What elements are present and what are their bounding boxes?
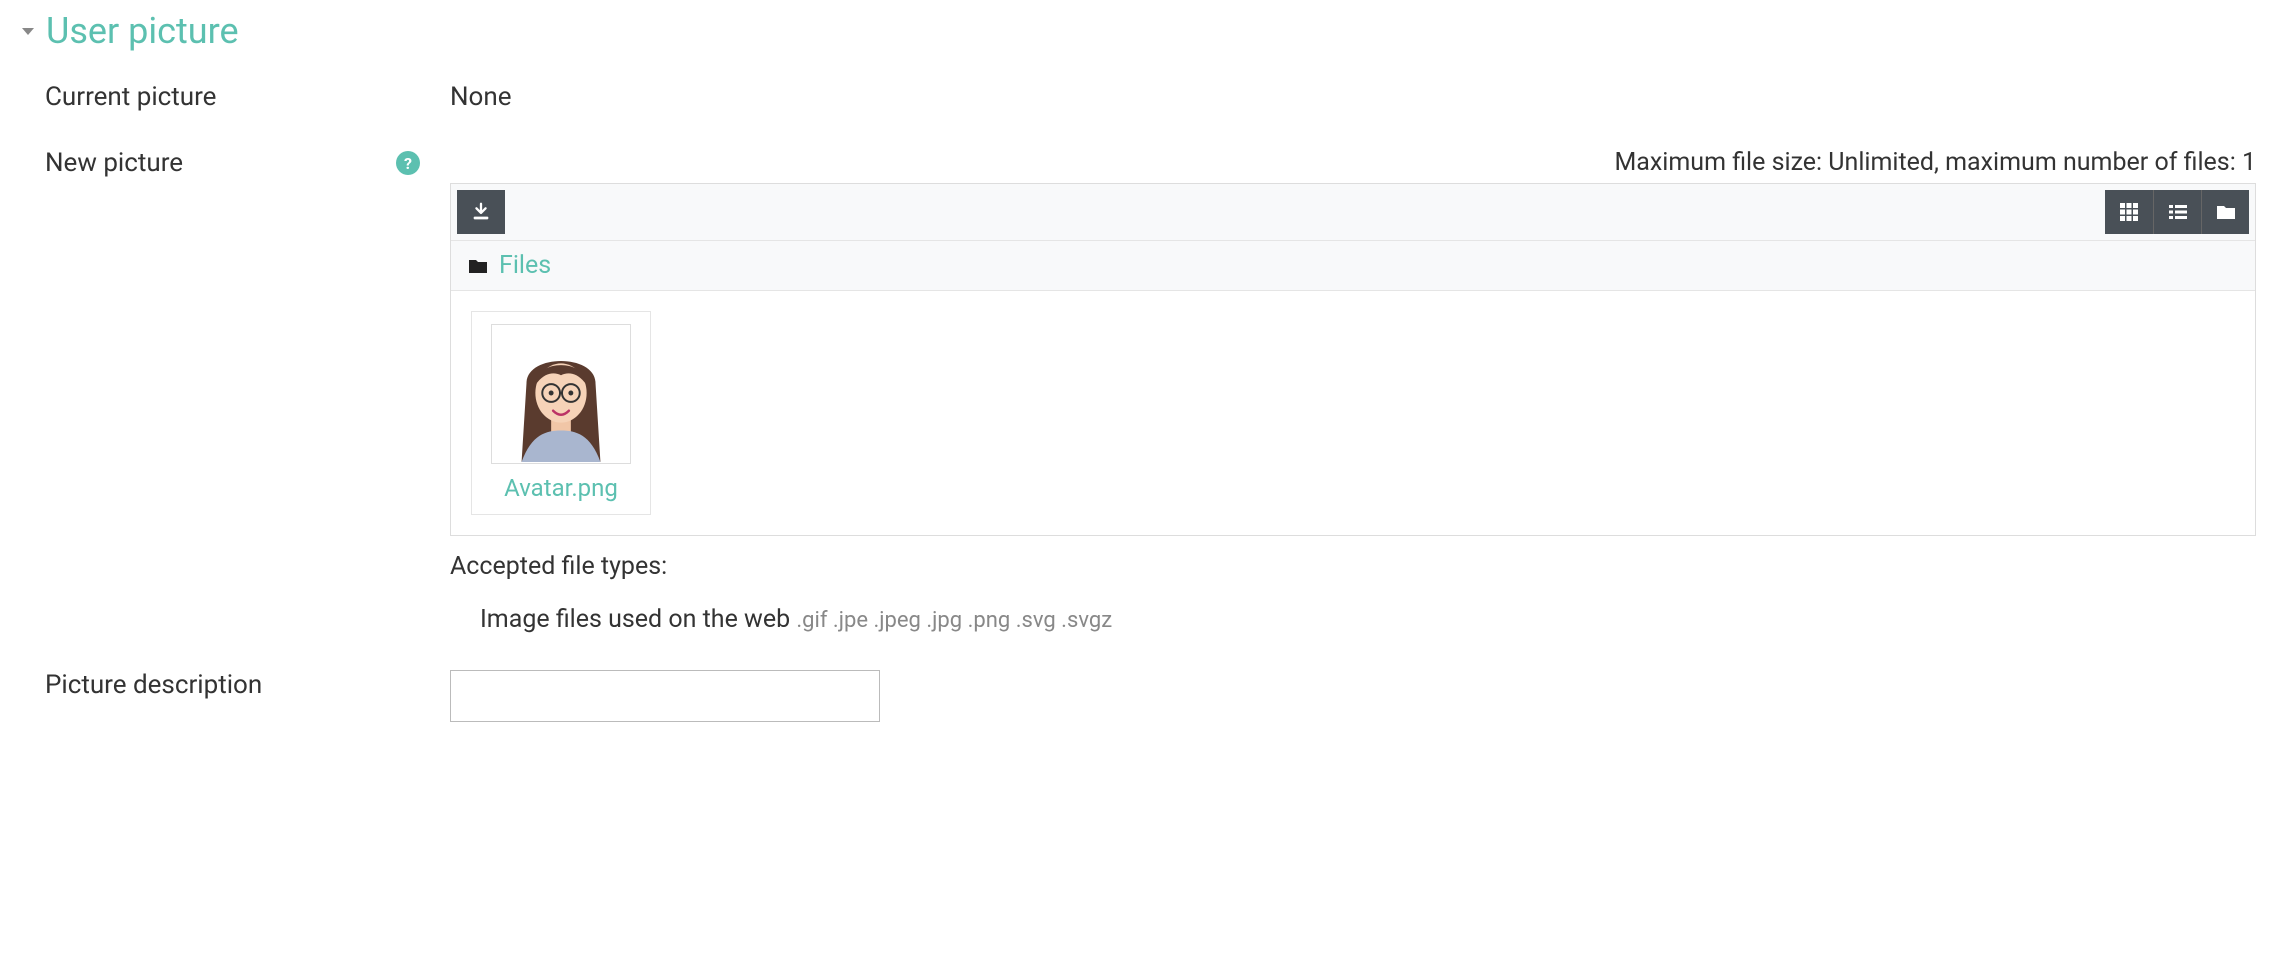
view-tree-button[interactable] (2201, 190, 2249, 234)
row-picture-description: Picture description (20, 670, 2256, 722)
file-tile[interactable]: Avatar.png (471, 311, 651, 515)
section-header: User picture (20, 10, 2256, 52)
accepted-category: Image files used on the web (480, 605, 790, 634)
view-list-button[interactable] (2153, 190, 2201, 234)
folder-icon (2216, 203, 2236, 221)
view-buttons (2105, 190, 2249, 234)
file-thumbnail (491, 324, 631, 464)
file-area[interactable]: Avatar.png (451, 290, 2255, 535)
breadcrumb-root-link[interactable]: Files (499, 251, 551, 280)
row-new-picture: New picture ? Maximum file size: Unlimit… (20, 148, 2256, 634)
label-new-picture-text: New picture (45, 148, 183, 178)
file-restrictions: Maximum file size: Unlimited, maximum nu… (450, 148, 2256, 177)
file-toolbar (451, 184, 2255, 241)
file-picker: Files (450, 183, 2256, 536)
avatar-image-icon (492, 324, 630, 463)
chevron-down-icon (20, 23, 36, 39)
help-icon[interactable]: ? (396, 151, 420, 175)
accepted-extensions: .gif .jpe .jpeg .jpg .png .svg .svgz (796, 608, 1112, 633)
view-grid-button[interactable] (2105, 190, 2153, 234)
file-breadcrumb: Files (451, 241, 2255, 290)
list-icon (2168, 202, 2188, 222)
label-new-picture: New picture ? (20, 148, 450, 178)
new-picture-content: Maximum file size: Unlimited, maximum nu… (450, 148, 2256, 634)
value-current-picture: None (450, 82, 2256, 112)
picture-description-content (450, 670, 2256, 722)
folder-small-icon (467, 257, 489, 275)
row-current-picture: Current picture None (20, 82, 2256, 112)
section-title[interactable]: User picture (46, 10, 239, 52)
download-icon (470, 201, 492, 223)
picture-description-input[interactable] (450, 670, 880, 722)
accepted-types-detail: Image files used on the web .gif .jpe .j… (450, 605, 2256, 634)
grid-icon (2119, 202, 2139, 222)
accepted-types-label: Accepted file types: (450, 552, 2256, 581)
label-picture-description: Picture description (20, 670, 450, 700)
add-file-button[interactable] (457, 190, 505, 234)
collapse-toggle[interactable] (20, 23, 36, 39)
label-current-picture: Current picture (20, 82, 450, 112)
file-name: Avatar.png (484, 474, 638, 502)
